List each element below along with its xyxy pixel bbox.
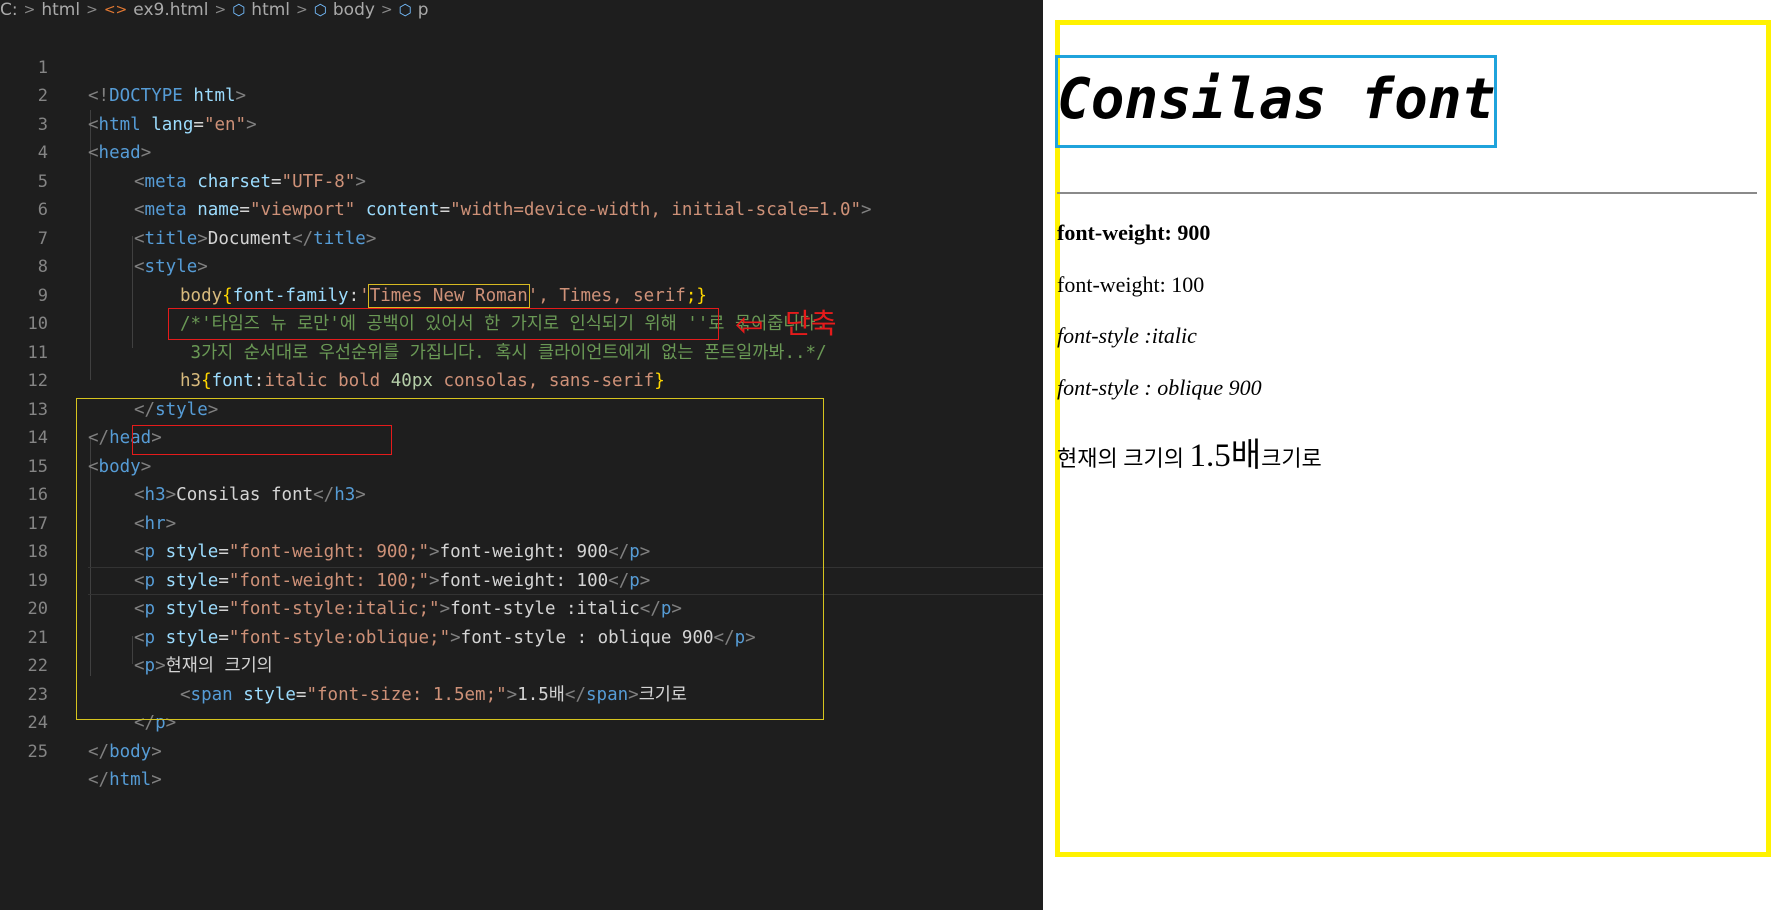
code-line[interactable]: 13 </head> [0, 367, 1043, 449]
chevron-right-icon: > [380, 2, 393, 18]
chevron-right-icon: > [23, 2, 36, 18]
code-line[interactable]: 1 <!DOCTYPE html> [0, 25, 1043, 107]
code-text: </body> [88, 741, 162, 762]
breadcrumb-folder[interactable]: html [41, 0, 80, 20]
preview-text-after: 크기로 [1261, 446, 1322, 471]
preview-text-before: 현재의 크기의 [1057, 446, 1190, 471]
body-highlight-box [76, 398, 824, 720]
code-line[interactable]: 6 <title>Document</title> [0, 168, 1043, 249]
breadcrumb-html[interactable]: html [251, 0, 290, 20]
line-number: 25 [27, 741, 48, 762]
preview-hr [1057, 192, 1757, 194]
breadcrumb-root[interactable]: C: [0, 0, 18, 20]
code-line[interactable]: 12 </style> [0, 339, 1043, 420]
element-cube-icon: ⬡ [313, 1, 327, 19]
code-line[interactable]: 8 body{font-family:'Times New Roman', Ti… [0, 225, 1043, 308]
code-line[interactable]: 3 <head> [0, 82, 1043, 164]
element-cube-icon: ⬡ [398, 1, 412, 19]
breadcrumb-body[interactable]: body [333, 0, 375, 20]
html-file-icon: <> [103, 2, 128, 18]
chevron-right-icon: > [296, 2, 308, 18]
code-line[interactable]: 9 /*'타임즈 뉴 로만'에 공백이 있어서 한 가지로 인식되기 위해 ''… [0, 253, 1043, 335]
arrow-left-icon: ⇦ [735, 305, 764, 345]
preview-p-oblique: font-style : oblique 900 [1057, 375, 1262, 400]
preview-heading: Consilas font [1057, 67, 1496, 132]
code-line[interactable]: 4 <meta charset="UTF-8"> [0, 111, 1043, 192]
preview-p-italic: font-style :italic [1057, 323, 1197, 348]
preview-span-large: 1.5배 [1189, 438, 1262, 474]
preview-p-light: font-weight: 100 [1057, 272, 1205, 297]
element-cube-icon: ⬡ [232, 1, 246, 19]
h3-rule-highlight-box [168, 308, 719, 340]
browser-preview: Consilas font font-weight: 900 font-weig… [1043, 0, 1781, 910]
breadcrumb-p[interactable]: p [418, 0, 429, 20]
preview-p-size: 현재의 크기의 1.5배크기로 [1057, 428, 1322, 476]
code-line[interactable]: 5 <meta name="viewport" content="width=d… [0, 139, 1043, 221]
code-editor[interactable]: C: > html > <> ex9.html > ⬡ html > ⬡ bod… [0, 0, 1043, 910]
breadcrumb-file[interactable]: ex9.html [133, 0, 208, 20]
code-line[interactable]: 7 <style> [0, 196, 1043, 278]
code-text: </html> [88, 770, 162, 790]
breadcrumb: C: > html > <> ex9.html > ⬡ html > ⬡ bod… [0, 0, 1043, 20]
chevron-right-icon: > [86, 2, 98, 18]
preview-p-bold: font-weight: 900 [1057, 220, 1211, 245]
code-line[interactable]: 2 <html lang="en"> [0, 54, 1043, 135]
chevron-right-icon: > [214, 2, 227, 18]
annotation-label: 단축 [785, 307, 837, 340]
code-line[interactable]: 10 3가지 순서대로 우선순위를 가집니다. 혹시 클라이언트에게 없는 폰트… [0, 282, 1043, 363]
